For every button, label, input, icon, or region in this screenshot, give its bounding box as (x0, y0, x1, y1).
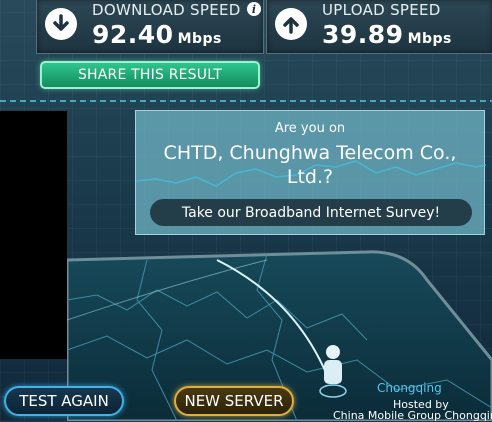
survey-panel: Are you on CHTD, Chunghwa Telecom Co., L… (135, 110, 486, 235)
upload-arrow-icon (275, 8, 307, 40)
share-result-button[interactable]: SHARE THIS RESULT (40, 61, 260, 89)
redacted-block (0, 111, 67, 359)
divider (0, 100, 492, 102)
upload-speed-label: UPLOAD SPEED (322, 1, 441, 19)
download-arrow-icon (45, 8, 77, 40)
download-speed-label: DOWNLOAD SPEED (92, 1, 241, 19)
upload-speed-panel: UPLOAD SPEED 39.89 Mbps (266, 0, 492, 54)
survey-button[interactable]: Take our Broadband Internet Survey! (150, 199, 472, 226)
download-speed-unit: Mbps (177, 31, 222, 47)
download-speed-panel: DOWNLOAD SPEED i 92.40 Mbps (36, 0, 264, 54)
upload-speed-number: 39.89 (322, 20, 404, 49)
info-icon[interactable]: i (247, 2, 261, 16)
person-icon (319, 345, 347, 398)
upload-speed-unit: Mbps (407, 31, 452, 47)
host-name: China Mobile Group Chongqing (333, 409, 492, 422)
new-server-button[interactable]: NEW SERVER (174, 386, 294, 416)
server-city: Chongqing (377, 381, 442, 395)
survey-isp-line2: Ltd.? (286, 166, 334, 188)
survey-question-intro: Are you on (274, 121, 346, 136)
survey-isp-name: CHTD, Chunghwa Telecom Co., Ltd.? (136, 141, 484, 189)
download-speed-number: 92.40 (92, 20, 174, 49)
test-again-button[interactable]: TEST AGAIN (4, 386, 124, 416)
download-speed-value: 92.40 Mbps (92, 20, 222, 49)
survey-isp-line1: CHTD, Chunghwa Telecom Co., (163, 142, 457, 164)
upload-speed-value: 39.89 Mbps (322, 20, 452, 49)
